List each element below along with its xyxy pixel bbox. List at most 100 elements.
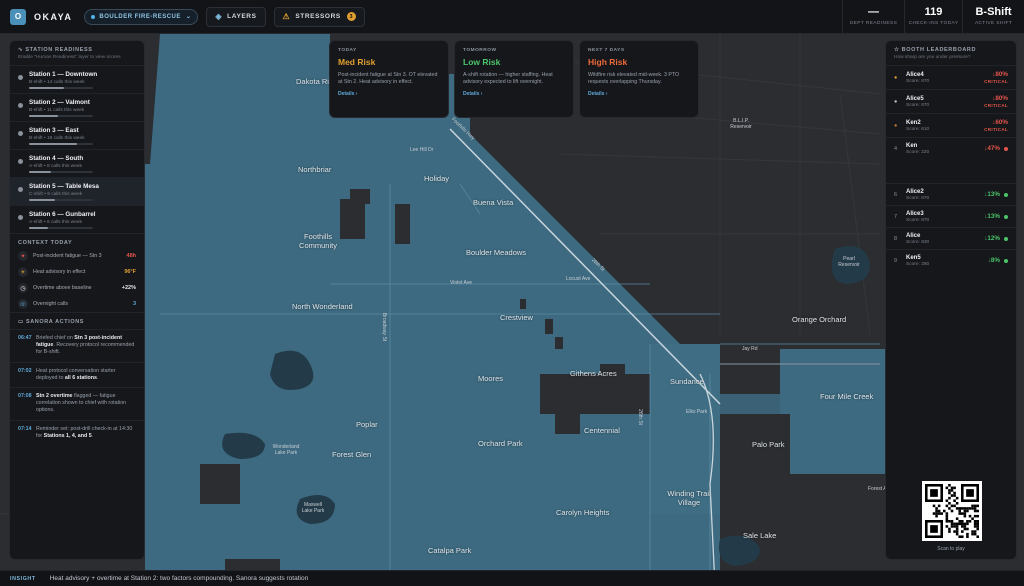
qr-module: [973, 507, 977, 510]
qr-module: [930, 489, 938, 497]
road-label: Locust Ave: [566, 276, 591, 282]
leaderboard-subtitle: How sharp are you under pressure?: [894, 55, 971, 60]
station-list: Station 1 — Downtown B-shift • 14 calls t…: [10, 65, 144, 233]
forecast-card-tomorrow[interactable]: TOMORROW Low Risk A-shift rotation — hig…: [454, 40, 574, 118]
rank-number: 6: [894, 191, 898, 198]
map-area-label: Centennial: [584, 426, 620, 435]
station-load-bar: [29, 115, 93, 117]
station-item[interactable]: Station 2 — Valmont B-shift • 11 calls th…: [10, 93, 144, 121]
action-pre: Briefed chief on: [36, 335, 75, 341]
station-item[interactable]: Station 1 — Downtown B-shift • 14 calls t…: [10, 65, 144, 93]
insight-bar: INSIGHT Heat advisory + overtime at Stat…: [0, 570, 1024, 586]
station-item[interactable]: Station 5 — Table Mesa C-shift • 9 calls …: [10, 177, 144, 205]
app-root: Dakota Ridge Northbriar Holiday Buena Vi…: [0, 0, 1024, 586]
insight-text: Heat advisory + overtime at Station 2: t…: [49, 575, 309, 582]
leaderboard-row[interactable]: ● Alice4 Score: 870 ↓80% CRITICAL: [886, 65, 1016, 89]
leaderboard-row[interactable]: 6 Alice2 Score: 870 ↓13%: [886, 183, 1016, 205]
critical-tag: CRITICAL: [984, 79, 1008, 84]
station-load-fill: [29, 171, 52, 173]
action-item: 06:47 Briefed chief on Stn 3 post-inciden…: [10, 329, 144, 362]
leaderboard-player: Alice2 Score: 870: [906, 189, 929, 201]
station-name: Station 6 — Gunbarrel: [29, 211, 96, 218]
stat-value: —: [868, 6, 879, 18]
qr-module: [973, 525, 977, 528]
map-water-label: Pearl Reservoir: [838, 256, 860, 268]
action-text: Stn 2 overtime flagged — fatigue correla…: [36, 393, 136, 415]
leaderboard-right: ↓60% CRITICAL: [984, 119, 1008, 132]
stressors-button[interactable]: ⚠ STRESSORS 3: [273, 6, 365, 27]
leaderboard-row[interactable]: 7 Alice3 Score: 870 ↓13%: [886, 205, 1016, 227]
map-area-label: Poplar: [356, 420, 378, 429]
panel-subtitle: Enable "Human Readiness" layer to view s…: [18, 55, 121, 60]
org-select[interactable]: BOULDER FIRE-RESCUE ⌄: [84, 8, 199, 25]
action-post: .: [91, 432, 94, 439]
context-icon: ◷: [18, 283, 28, 293]
qr-module: [953, 499, 956, 502]
action-item: 07:02 Heat protocol conversation starter …: [10, 361, 144, 387]
stat-label: ACTIVE SHIFT: [974, 21, 1013, 26]
qr-module: [955, 507, 959, 510]
forecast-risk: High Risk: [588, 57, 628, 67]
station-item[interactable]: Station 4 — South A-shift • 8 calls this …: [10, 149, 144, 177]
app-logo[interactable]: O: [10, 8, 26, 25]
leaderboard-player: Ken2 Score: 610: [906, 120, 929, 132]
app-name: OKAYA: [34, 11, 73, 22]
leaderboard-row[interactable]: ● Alice5 Score: 870 ↓80% CRITICAL: [886, 89, 1016, 113]
station-status-dot: [18, 75, 23, 80]
context-list: ✦ Post-incident fatigue — Stn 3 48h ☀ Heat a…: [10, 248, 144, 312]
qr-module: [950, 494, 954, 497]
leaderboard-row[interactable]: 9 Ken5 Score: 280 ↓8%: [886, 249, 1016, 271]
station-load-bar: [29, 227, 93, 229]
forecast-card-next-7-days[interactable]: NEXT 7 DAYS High Risk Wildfire risk elev…: [579, 40, 699, 118]
map-area-label: Four Mile Creek: [820, 392, 874, 401]
qr-module: [935, 512, 938, 515]
status-dot: [1004, 236, 1008, 241]
player-name: Alice3: [906, 210, 924, 217]
leaderboard-right: ↓13%: [984, 213, 1008, 220]
qr-module: [948, 530, 951, 533]
qr-module: [932, 512, 936, 515]
qr-module: [971, 530, 974, 533]
layers-button[interactable]: ◈ LAYERS: [206, 6, 266, 27]
leaderboard-row[interactable]: 4 Ken Score: 220 ↓47%: [886, 137, 1016, 159]
leaderboard-row[interactable]: 8 Alice Score: 830 ↓12%: [886, 227, 1016, 249]
station-item[interactable]: Station 6 — Gunbarrel A-shift • 6 calls t…: [10, 205, 144, 233]
top-bar: O OKAYA BOULDER FIRE-RESCUE ⌄ ◈ LAYERS ⚠…: [0, 0, 1024, 34]
forecast-details-link[interactable]: Details ›: [588, 91, 690, 97]
qr-module: [935, 507, 938, 510]
station-item[interactable]: Station 3 — East B-shift • 19 calls this …: [10, 121, 144, 149]
qr-module: [955, 502, 959, 505]
map-area-label: Palo Park: [752, 440, 785, 449]
qr-module: [971, 504, 974, 508]
qr-code[interactable]: [922, 481, 982, 541]
map-area-label: Orange Orchard: [792, 315, 847, 324]
medal-icon: ●: [894, 98, 898, 105]
layers-icon: ◈: [215, 12, 223, 21]
qr-module: [966, 509, 969, 513]
qr-module: [948, 491, 951, 495]
leaderboard-row[interactable]: ● Ken2 Score: 610 ↓60% CRITICAL: [886, 113, 1016, 137]
qr-module: [976, 504, 979, 508]
station-name: Station 2 — Valmont: [29, 99, 90, 106]
change-pct: ↓80%: [992, 95, 1008, 102]
road-label: Violet Ave: [450, 280, 473, 286]
forecast-details-link[interactable]: Details ›: [338, 91, 440, 97]
map-area-label: Forest Glen: [332, 450, 372, 459]
player-score: Score: 220: [906, 149, 930, 155]
qr-module: [950, 522, 954, 526]
qr-module: [955, 517, 959, 520]
player-score: Score: 830: [906, 239, 930, 245]
leaderboard-right: ↓12%: [984, 235, 1008, 242]
action-text: Heat protocol conversation starter deplo…: [36, 368, 136, 382]
leaderboard-player: Alice4 Score: 870: [906, 72, 929, 84]
station-name: Station 1 — Downtown: [29, 71, 98, 78]
leaderboard-change: ↓80% CRITICAL: [984, 71, 1008, 84]
stat-check-ins: 119 CHECK-INS TODAY: [904, 0, 962, 34]
road-label: Jay Rd: [742, 346, 758, 352]
station-load-bar: [29, 87, 93, 89]
qr-module: [953, 494, 956, 497]
map-area-label: North Wonderland: [292, 302, 353, 311]
forecast-details-link[interactable]: Details ›: [463, 91, 565, 97]
qr-module: [976, 520, 979, 523]
forecast-card-today[interactable]: TODAY Med Risk Post-incident fatigue at …: [329, 40, 449, 118]
